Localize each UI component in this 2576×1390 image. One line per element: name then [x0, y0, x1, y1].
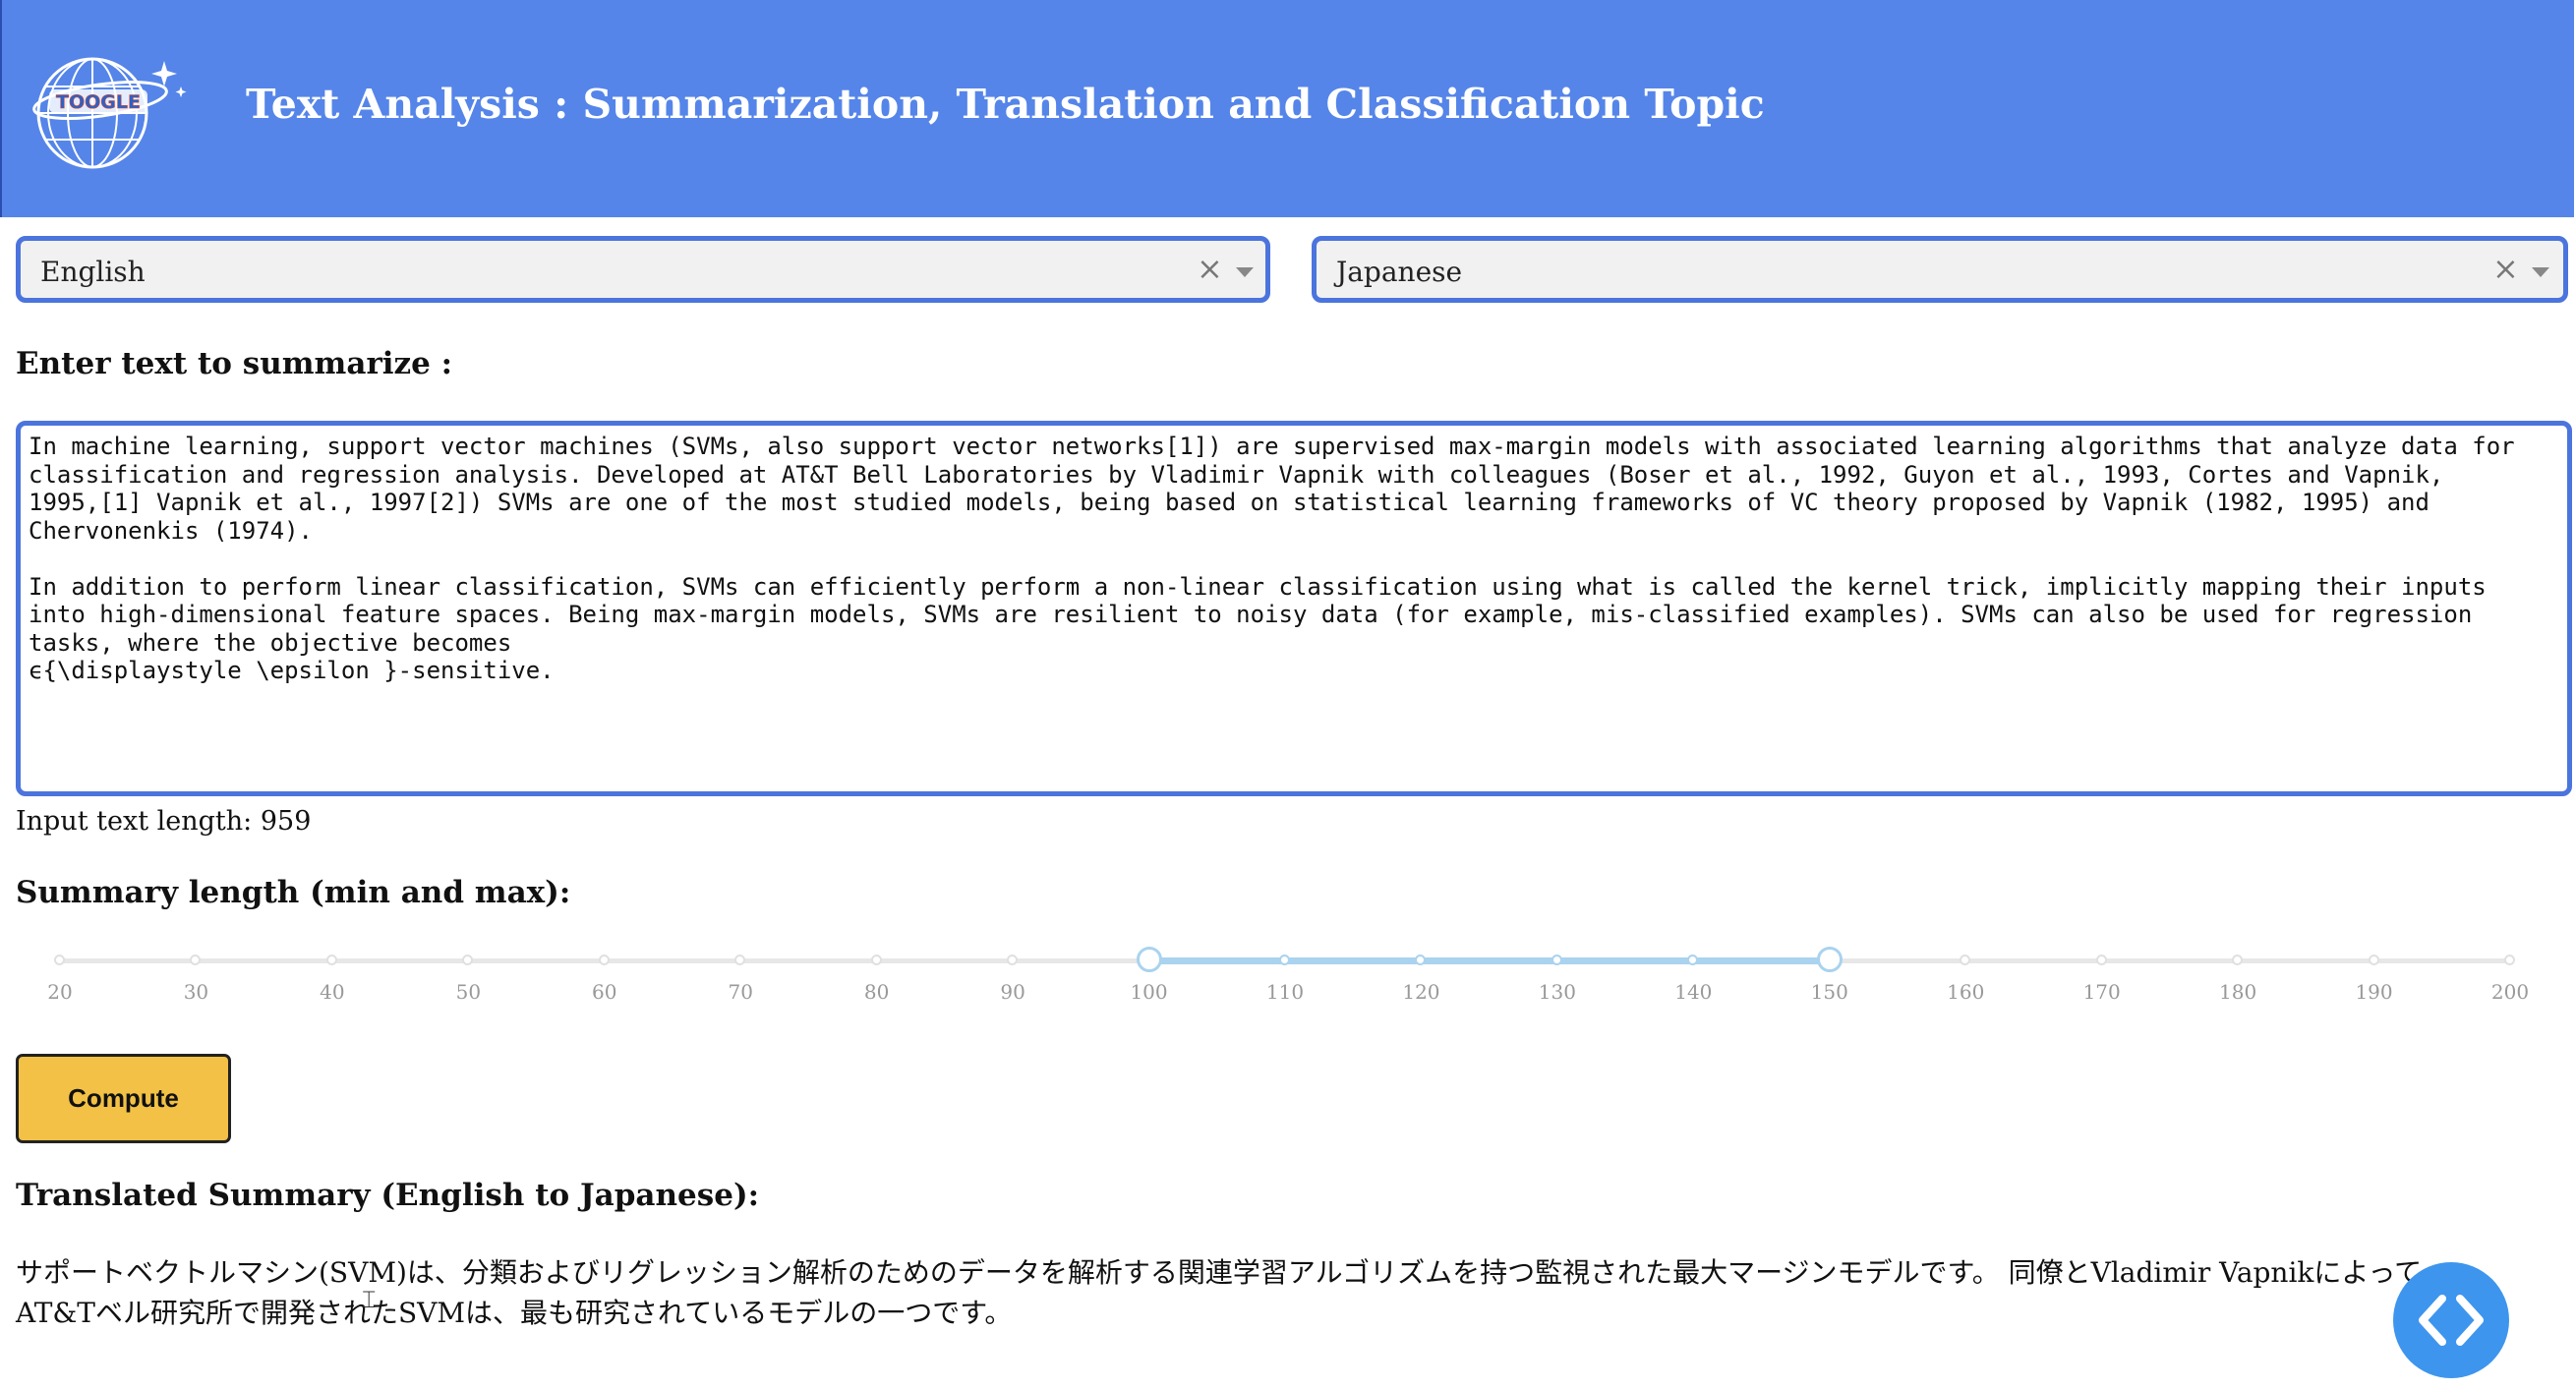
slider-tick-label: 190 [2355, 980, 2393, 1004]
slider-step-dot [1551, 955, 1562, 965]
logo-text: TOOGLE [56, 91, 141, 113]
source-language-value: English [40, 256, 146, 288]
summary-input-textarea[interactable] [16, 421, 2572, 796]
slider-step-dot [1007, 955, 1019, 965]
target-language-value: Japanese [1336, 256, 1463, 288]
slider-step-dot [2368, 955, 2379, 965]
source-language-select[interactable]: English × [16, 236, 1270, 303]
slider-tick-label: 110 [1265, 980, 1305, 1004]
page-title: Text Analysis : Summarization, Translati… [246, 81, 1765, 128]
text-cursor-icon: ⌶ [362, 1286, 377, 1313]
clear-x-icon[interactable]: × [1197, 250, 1223, 287]
slider-tick-label: 80 [863, 980, 890, 1004]
input-heading: Enter text to summarize : [16, 346, 453, 381]
chevron-down-icon[interactable] [2532, 267, 2549, 277]
slider-tick-label: 160 [1947, 980, 1985, 1004]
slider-tick-label: 150 [1810, 980, 1848, 1004]
slider-tick-label: 140 [1674, 980, 1713, 1004]
code-brackets-icon [2419, 1295, 2484, 1346]
slider-tick-label: 180 [2219, 980, 2257, 1004]
slider-step-dot [1279, 955, 1290, 965]
slider-step-dot [734, 955, 746, 965]
slider-min-handle[interactable] [1136, 947, 1162, 972]
slider-step-dot [54, 955, 65, 965]
slider-tick-label: 30 [183, 980, 209, 1004]
slider-step-dot [2232, 955, 2244, 965]
slider-step-dot [2504, 955, 2515, 965]
clear-x-icon[interactable]: × [2492, 250, 2519, 287]
slider-step-dot [1960, 955, 1971, 965]
slider-selected-range [1148, 957, 1830, 964]
slider-tick-label: 90 [1000, 980, 1025, 1004]
globe-logo-icon: TOOGLE [32, 57, 187, 169]
slider-tick-label: 70 [728, 980, 753, 1004]
code-toggle-button[interactable] [2393, 1262, 2509, 1378]
slider-step-dot [870, 955, 882, 965]
slider-tick-label: 200 [2490, 980, 2530, 1004]
summary-length-heading: Summary length (min and max): [16, 875, 571, 910]
slider-tick-label: 60 [592, 980, 617, 1004]
slider-tick-label: 50 [455, 980, 482, 1004]
slider-step-dot [462, 955, 474, 965]
slider-tick-label: 100 [1130, 980, 1168, 1004]
slider-tick-label: 170 [2082, 980, 2121, 1004]
result-heading: Translated Summary (English to Japanese)… [16, 1178, 760, 1213]
target-language-select[interactable]: Japanese × [1312, 236, 2568, 303]
slider-step-dot [598, 955, 610, 965]
slider-max-handle[interactable] [1816, 947, 1843, 972]
slider-tick-label: 20 [47, 980, 73, 1004]
slider-step-dot [325, 955, 337, 965]
slider-step-dot [190, 955, 202, 965]
compute-button[interactable]: Compute [16, 1054, 231, 1143]
summary-length-slider[interactable]: 20 30 40 50 60 70 80 90 100 110 120 130 140 150 160 170… [0, 924, 2576, 1004]
chevron-down-icon[interactable] [1236, 267, 1254, 277]
slider-step-dot [2095, 955, 2107, 965]
slider-tick-label: 40 [320, 980, 345, 1004]
slider-tick-label: 120 [1402, 980, 1440, 1004]
app-header: TOOGLE Text Analysis : Summarization, Tr… [0, 0, 2574, 217]
input-length-label: Input text length: 959 [16, 806, 312, 837]
translated-summary-text: サポートベクトルマシン(SVM)は、分類およびリグレッション解析のためのデータを… [16, 1256, 2423, 1329]
slider-tick-label: 130 [1538, 980, 1576, 1004]
